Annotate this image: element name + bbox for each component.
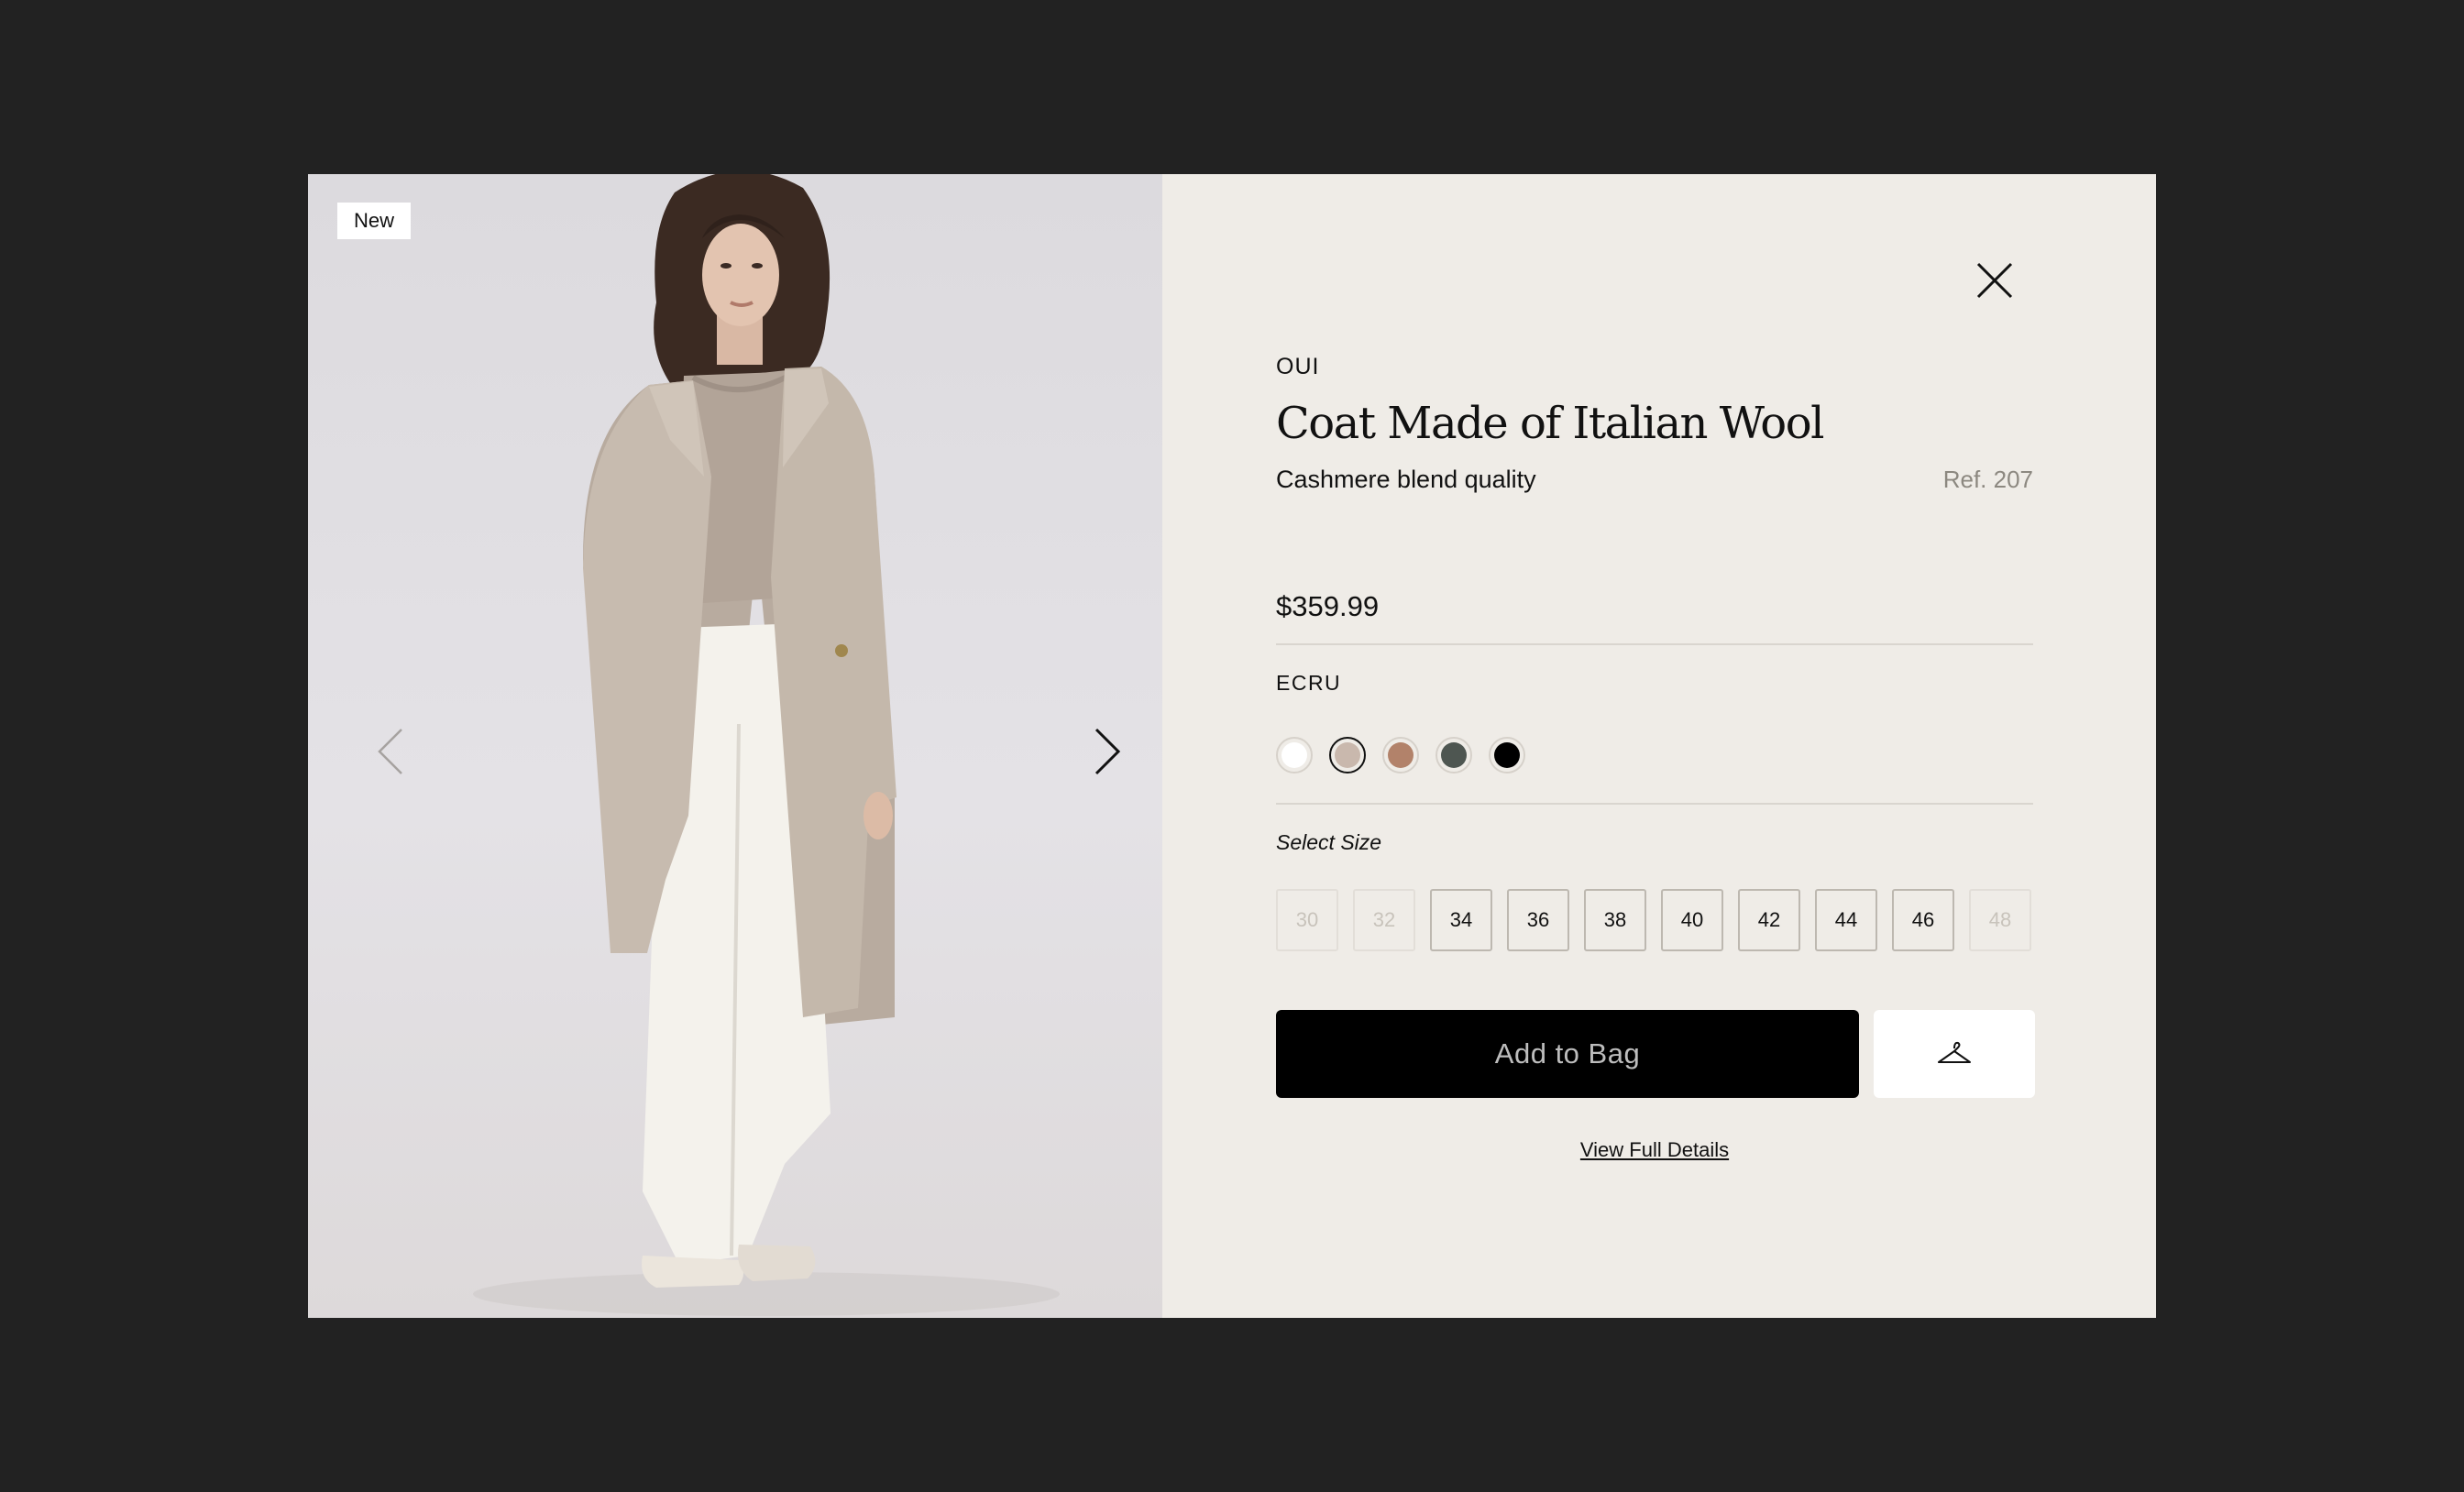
swatch-dot bbox=[1335, 742, 1360, 768]
size-option[interactable]: 48 bbox=[1969, 889, 2031, 951]
selected-color-label: ECRU bbox=[1276, 671, 1342, 695]
swatch-dot bbox=[1388, 742, 1414, 768]
color-swatch-dark-green[interactable] bbox=[1436, 737, 1472, 773]
swatch-dot bbox=[1282, 742, 1307, 768]
next-image-button[interactable] bbox=[1080, 722, 1135, 781]
wishlist-button[interactable] bbox=[1874, 1010, 2035, 1098]
product-details-panel: OUI Coat Made of Italian Wool Cashmere b… bbox=[1162, 174, 2156, 1318]
chevron-right-icon bbox=[1094, 728, 1121, 775]
product-price: $359.99 bbox=[1276, 590, 1380, 622]
close-button[interactable] bbox=[1971, 257, 2018, 304]
product-title: Coat Made of Italian Wool bbox=[1276, 398, 1824, 449]
hanger-icon bbox=[1938, 1041, 1971, 1063]
product-image bbox=[473, 174, 1060, 1316]
size-options: 30 32 34 36 38 40 42 44 46 48 bbox=[1276, 889, 2031, 951]
color-swatch-ecru[interactable] bbox=[1329, 737, 1366, 773]
size-option[interactable]: 36 bbox=[1507, 889, 1569, 951]
size-option[interactable]: 46 bbox=[1892, 889, 1954, 951]
divider bbox=[1276, 643, 2033, 645]
previous-image-button[interactable] bbox=[363, 722, 418, 781]
new-badge: New bbox=[337, 203, 411, 239]
swatch-dot bbox=[1494, 742, 1520, 768]
select-size-label: Select Size bbox=[1276, 830, 1382, 854]
swatch-dot bbox=[1441, 742, 1467, 768]
product-reference: Ref. 207 bbox=[1942, 466, 2033, 493]
color-swatch-camel[interactable] bbox=[1382, 737, 1419, 773]
view-full-details-link[interactable]: View Full Details bbox=[1276, 1138, 2033, 1162]
size-option[interactable]: 42 bbox=[1738, 889, 1800, 951]
divider bbox=[1276, 803, 2033, 805]
color-swatch-black[interactable] bbox=[1489, 737, 1525, 773]
chevron-left-icon bbox=[378, 729, 402, 774]
size-option[interactable]: 30 bbox=[1276, 889, 1338, 951]
product-image-gallery: New bbox=[308, 174, 1162, 1318]
size-option[interactable]: 44 bbox=[1815, 889, 1877, 951]
add-to-bag-button[interactable]: Add to Bag bbox=[1276, 1010, 1859, 1098]
close-icon bbox=[1976, 262, 2013, 299]
brand-name: OUI bbox=[1276, 354, 1320, 379]
quick-view-modal: New OUI Coat Made of Italian Wool Cashme… bbox=[308, 174, 2156, 1318]
size-option[interactable]: 34 bbox=[1430, 889, 1492, 951]
size-option[interactable]: 40 bbox=[1661, 889, 1723, 951]
color-swatch-white[interactable] bbox=[1276, 737, 1313, 773]
color-swatches bbox=[1276, 737, 1525, 773]
product-subtitle: Cashmere blend quality bbox=[1276, 466, 1536, 493]
size-option[interactable]: 38 bbox=[1584, 889, 1646, 951]
size-option[interactable]: 32 bbox=[1353, 889, 1415, 951]
